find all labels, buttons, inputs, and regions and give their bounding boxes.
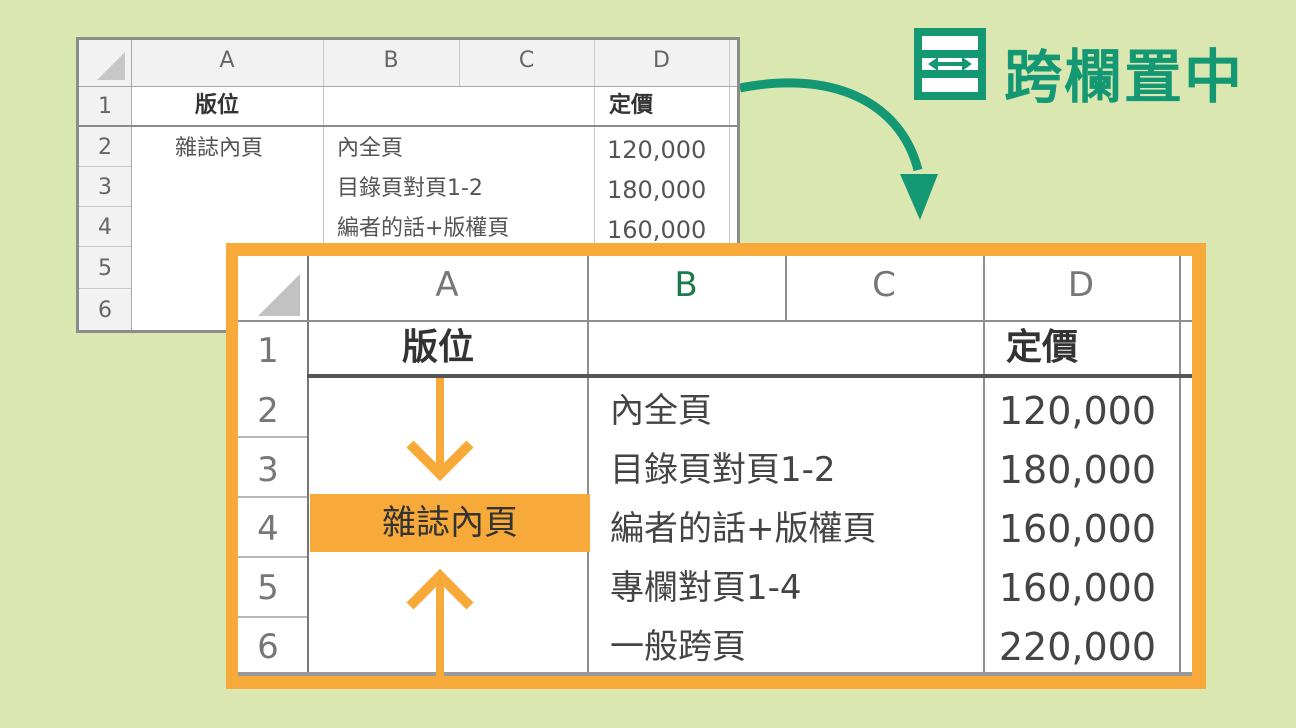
- cell-d5[interactable]: 160,000: [986, 569, 1156, 607]
- after-spreadsheet: A B C D 1 2 3 4 5 6 版位 定價 雜誌內頁 內全頁 目錄頁對頁…: [238, 256, 1192, 676]
- column-header-c[interactable]: C: [785, 268, 983, 302]
- cell-b2[interactable]: 內全頁: [610, 394, 712, 428]
- cell-b3[interactable]: 目錄頁對頁1-2: [610, 453, 836, 487]
- cell-d1[interactable]: 定價: [1006, 330, 1078, 366]
- cell-b2[interactable]: 內全頁: [337, 138, 403, 160]
- row-number[interactable]: 5: [79, 258, 131, 280]
- cell-b3[interactable]: 目錄頁對頁1-2: [337, 178, 483, 200]
- cell-d1[interactable]: 定價: [609, 95, 653, 117]
- feature-title: 跨欄置中: [1004, 43, 1245, 111]
- column-header-d[interactable]: D: [594, 50, 729, 72]
- column-header-a[interactable]: A: [307, 268, 587, 302]
- column-header-b[interactable]: B: [323, 50, 459, 72]
- cell-d3[interactable]: 180,000: [607, 178, 706, 202]
- row-number[interactable]: 6: [79, 300, 131, 322]
- row-number[interactable]: 1: [238, 334, 298, 368]
- row-number[interactable]: 4: [238, 512, 298, 546]
- up-arrow-icon: [404, 566, 476, 676]
- column-header-a[interactable]: A: [131, 50, 323, 72]
- curved-arrow-icon: [739, 70, 950, 234]
- select-all-corner[interactable]: [258, 274, 300, 316]
- cell-d3[interactable]: 180,000: [986, 451, 1156, 489]
- column-header-b[interactable]: B: [587, 268, 785, 302]
- cell-b5[interactable]: 專欄對頁1-4: [610, 571, 802, 605]
- cell-d4[interactable]: 160,000: [607, 218, 706, 242]
- row-number[interactable]: 2: [238, 394, 298, 428]
- row-number[interactable]: 2: [79, 137, 131, 159]
- down-arrow-icon: [404, 378, 476, 490]
- cell-a2[interactable]: 雜誌內頁: [175, 138, 263, 160]
- select-all-corner[interactable]: [97, 52, 125, 80]
- cell-d4[interactable]: 160,000: [986, 510, 1156, 548]
- column-header-d[interactable]: D: [983, 268, 1179, 302]
- cell-b6[interactable]: 一般跨頁: [610, 630, 746, 664]
- cell-a1[interactable]: 版位: [195, 95, 239, 117]
- merged-cell-label: 雜誌內頁: [382, 503, 518, 543]
- row-number[interactable]: 3: [238, 453, 298, 487]
- cell-d2[interactable]: 120,000: [986, 392, 1156, 430]
- row-number[interactable]: 3: [79, 177, 131, 199]
- cell-b4[interactable]: 編者的話+版權頁: [337, 218, 509, 240]
- cell-d6[interactable]: 220,000: [986, 628, 1156, 666]
- row-number[interactable]: 4: [79, 217, 131, 239]
- cell-d2[interactable]: 120,000: [607, 138, 706, 162]
- row-number[interactable]: 6: [238, 630, 298, 664]
- row-number[interactable]: 5: [238, 571, 298, 605]
- cell-b4[interactable]: 編者的話+版權頁: [610, 512, 877, 546]
- column-header-c[interactable]: C: [459, 50, 594, 72]
- cell-a1[interactable]: 版位: [402, 330, 474, 366]
- row-number[interactable]: 1: [79, 96, 131, 118]
